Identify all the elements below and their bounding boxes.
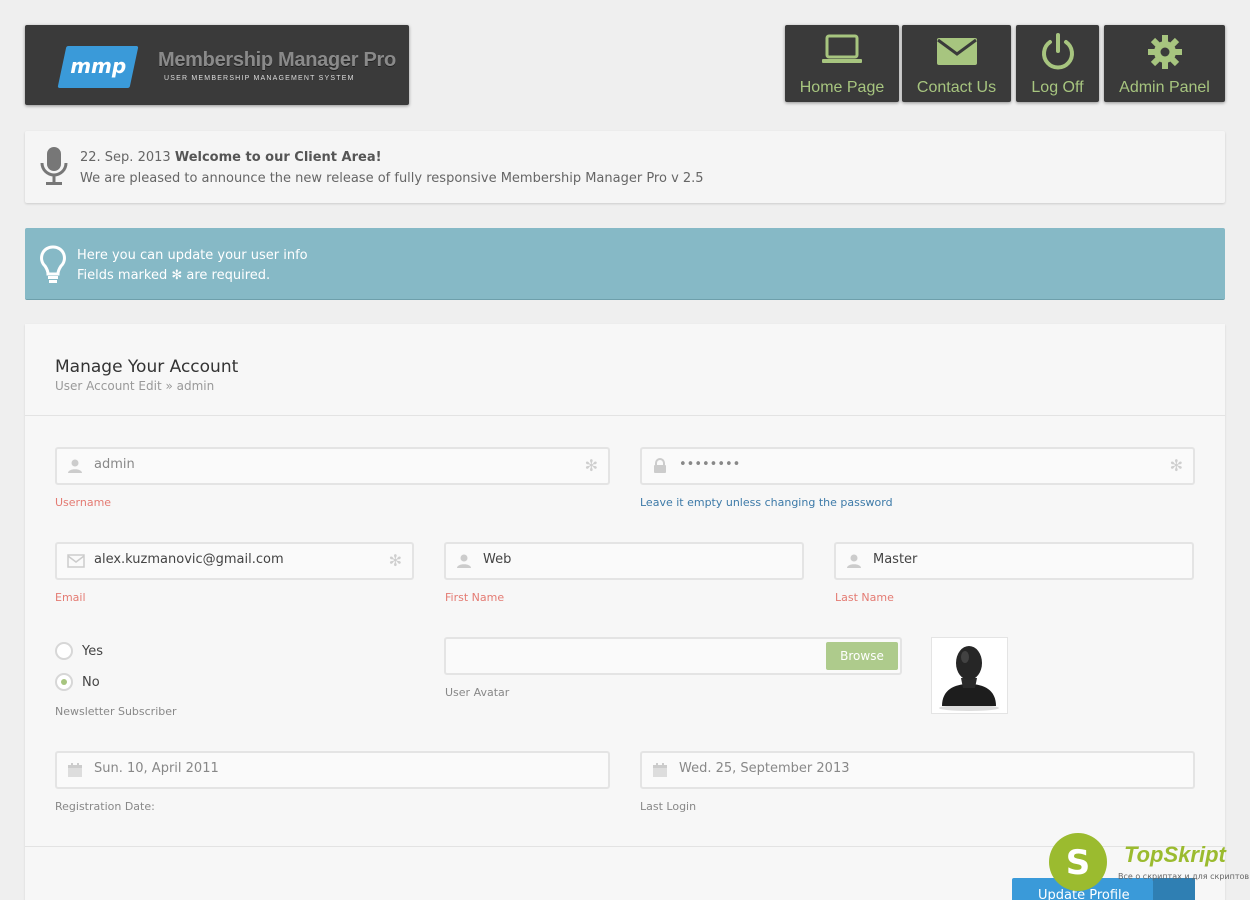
nav-admin-label: Admin Panel <box>1119 79 1210 96</box>
user-icon <box>457 554 471 568</box>
nav-home-button[interactable]: Home Page <box>785 25 899 102</box>
announcement-message: We are pleased to announce the new relea… <box>80 171 704 186</box>
info-line-2: Fields marked ✻ are required. <box>77 268 270 283</box>
email-label: Email <box>55 591 86 604</box>
last-name-field[interactable] <box>834 542 1194 580</box>
announcement-date: 22. Sep. 2013 <box>80 150 171 165</box>
avatar-upload-field[interactable]: Browse <box>444 637 902 675</box>
registration-date-field <box>55 751 610 789</box>
info-bar: Here you can update your user info Field… <box>25 228 1225 300</box>
newsletter-no-option[interactable]: No <box>55 673 100 691</box>
first-name-label: First Name <box>445 591 505 604</box>
nav-admin-button[interactable]: Admin Panel <box>1104 25 1225 102</box>
email-field[interactable]: ✻ <box>55 542 414 580</box>
required-icon: ✻ <box>1169 456 1183 475</box>
asterisk-icon: ✻ <box>171 268 183 283</box>
avatar-label: User Avatar <box>445 686 510 699</box>
newsletter-yes-radio[interactable] <box>55 642 73 660</box>
power-icon <box>1041 33 1074 70</box>
password-hint: Leave it empty unless changing the passw… <box>640 496 893 509</box>
avatar-silhouette-icon <box>939 646 999 711</box>
info-line-1: Here you can update your user info <box>77 248 308 263</box>
topskript-watermark: S TopSkript Все о скриптах и для скрипто… <box>1048 832 1250 892</box>
gear-icon <box>1147 35 1182 69</box>
lock-icon <box>654 458 666 473</box>
required-icon: ✻ <box>388 551 402 570</box>
panel-divider-top <box>25 415 1225 416</box>
last-login-label: Last Login <box>640 800 697 813</box>
svg-text:S: S <box>1066 843 1091 883</box>
username-field[interactable]: ✻ <box>55 447 610 485</box>
announcement-title: Welcome to our Client Area! <box>174 150 382 165</box>
newsletter-yes-option[interactable]: Yes <box>55 642 103 660</box>
info-line-2-pre: Fields marked <box>77 268 168 283</box>
panel-divider-bottom <box>25 846 1225 847</box>
browse-button[interactable]: Browse <box>826 642 898 670</box>
user-icon <box>847 554 861 568</box>
calendar-icon <box>653 763 667 777</box>
last-login-input <box>679 761 1065 776</box>
last-name-input[interactable] <box>873 552 1123 567</box>
last-login-field <box>640 751 1195 789</box>
newsletter-no-label: No <box>82 674 100 690</box>
laptop-icon <box>822 34 862 63</box>
watermark-name: TopSkript <box>1124 842 1226 867</box>
required-icon: ✻ <box>584 456 598 475</box>
lightbulb-icon <box>40 245 66 283</box>
avatar <box>931 637 1008 714</box>
calendar-icon <box>68 763 82 777</box>
logo[interactable]: mmp Membership Manager Pro USER MEMBERSH… <box>25 25 409 105</box>
newsletter-label: Newsletter Subscriber <box>55 705 177 718</box>
username-label: Username <box>55 496 112 509</box>
watermark-logo-icon: S <box>1049 833 1107 891</box>
logo-title: Membership Manager Pro <box>158 49 396 71</box>
username-input[interactable] <box>94 457 480 472</box>
nav-logoff-button[interactable]: Log Off <box>1016 25 1099 102</box>
page-title: Manage Your Account <box>55 357 239 377</box>
password-field[interactable]: ✻ <box>640 447 1195 485</box>
breadcrumb: User Account Edit » admin <box>55 379 215 393</box>
announcement-bar: 22. Sep. 2013 Welcome to our Client Area… <box>25 131 1225 203</box>
user-icon <box>68 459 82 473</box>
info-line-2-post: are required. <box>186 268 271 283</box>
account-panel: Manage Your Account User Account Edit » … <box>25 324 1225 900</box>
nav-home-label: Home Page <box>799 79 885 96</box>
password-input[interactable] <box>679 457 1065 472</box>
nav-logoff-label: Log Off <box>1031 79 1084 96</box>
newsletter-yes-label: Yes <box>82 643 103 659</box>
registration-date-label: Registration Date: <box>55 800 155 813</box>
logo-badge-text: mmp <box>70 54 127 78</box>
watermark-tagline: Все о скриптах и для скриптов... <box>1118 872 1250 881</box>
logo-badge: mmp <box>57 46 139 88</box>
envelope-icon <box>936 38 977 65</box>
registration-date-input <box>94 761 480 776</box>
envelope-icon <box>67 554 85 568</box>
first-name-field[interactable] <box>444 542 804 580</box>
nav-contact-button[interactable]: Contact Us <box>902 25 1011 102</box>
first-name-input[interactable] <box>483 552 733 567</box>
nav-contact-label: Contact Us <box>916 79 997 96</box>
email-input[interactable] <box>94 552 343 567</box>
microphone-icon <box>40 147 68 185</box>
newsletter-no-radio[interactable] <box>55 673 73 691</box>
announcement-headline: 22. Sep. 2013 Welcome to our Client Area… <box>80 150 382 165</box>
last-name-label: Last Name <box>835 591 894 604</box>
logo-subtitle: USER MEMBERSHIP MANAGEMENT SYSTEM <box>164 75 355 82</box>
